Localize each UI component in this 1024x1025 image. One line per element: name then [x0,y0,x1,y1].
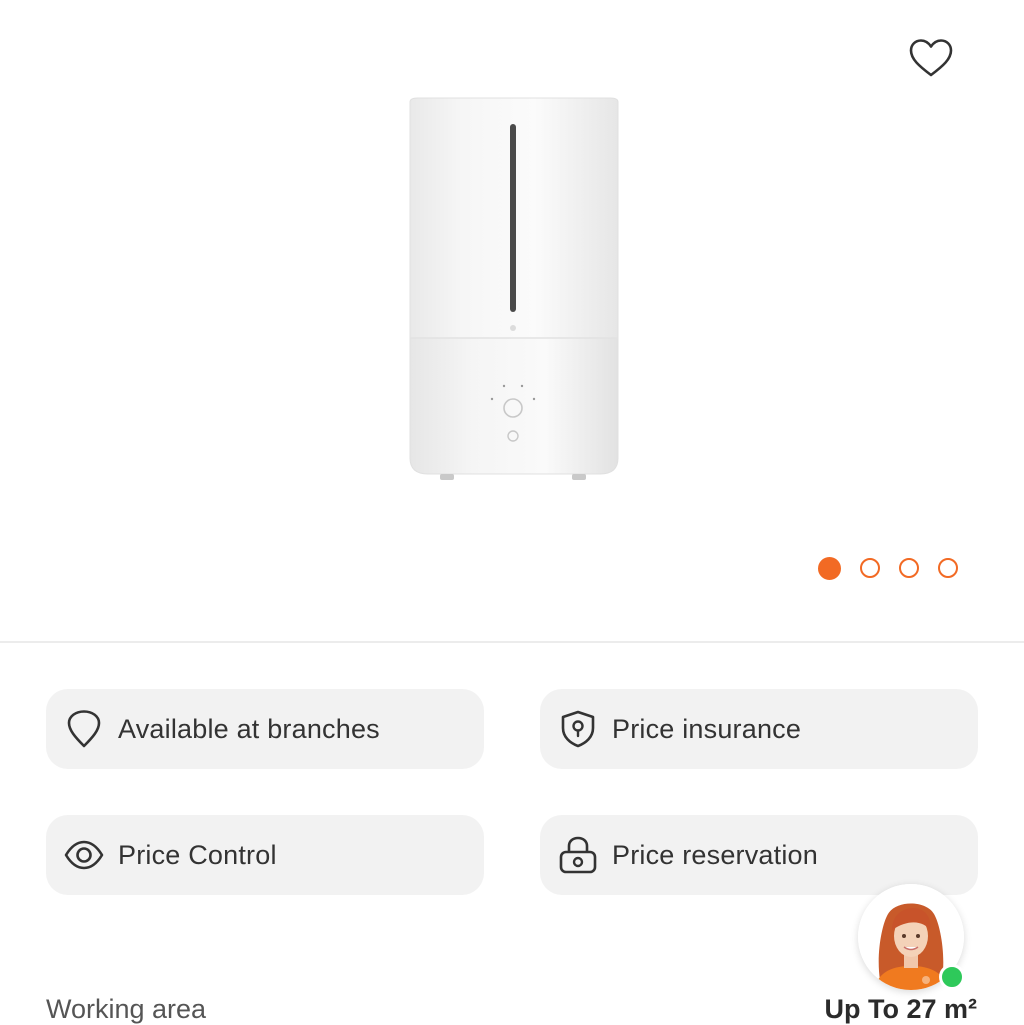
pagination-dot-4[interactable] [938,558,958,578]
pagination-dot-1[interactable] [818,557,841,580]
section-divider [0,641,1024,643]
lock-icon [558,835,598,875]
feature-price-control[interactable]: Price Control [46,815,484,895]
location-pin-icon [64,709,104,749]
pagination-dot-3[interactable] [899,558,919,578]
feature-label: Available at branches [118,713,380,744]
spec-value-working-area: Up To 27 m² [824,994,977,1024]
product-gallery[interactable] [0,0,1024,640]
feature-price-reservation[interactable]: Price reservation [540,815,978,895]
gallery-pagination [818,557,958,580]
spec-label-working-area: Working area [46,994,207,1024]
shield-icon [558,709,598,749]
feature-label: Price Control [118,839,277,870]
feature-label: Price reservation [612,839,818,870]
online-status-indicator [939,964,965,990]
feature-available-at-branches[interactable]: Available at branches [46,689,484,769]
feature-price-insurance[interactable]: Price insurance [540,689,978,769]
heart-outline-icon [909,39,953,77]
pagination-dot-2[interactable] [860,558,880,578]
product-image [409,97,619,480]
favorite-button[interactable] [904,34,958,82]
eye-icon [64,835,104,875]
feature-label: Price insurance [612,713,802,744]
